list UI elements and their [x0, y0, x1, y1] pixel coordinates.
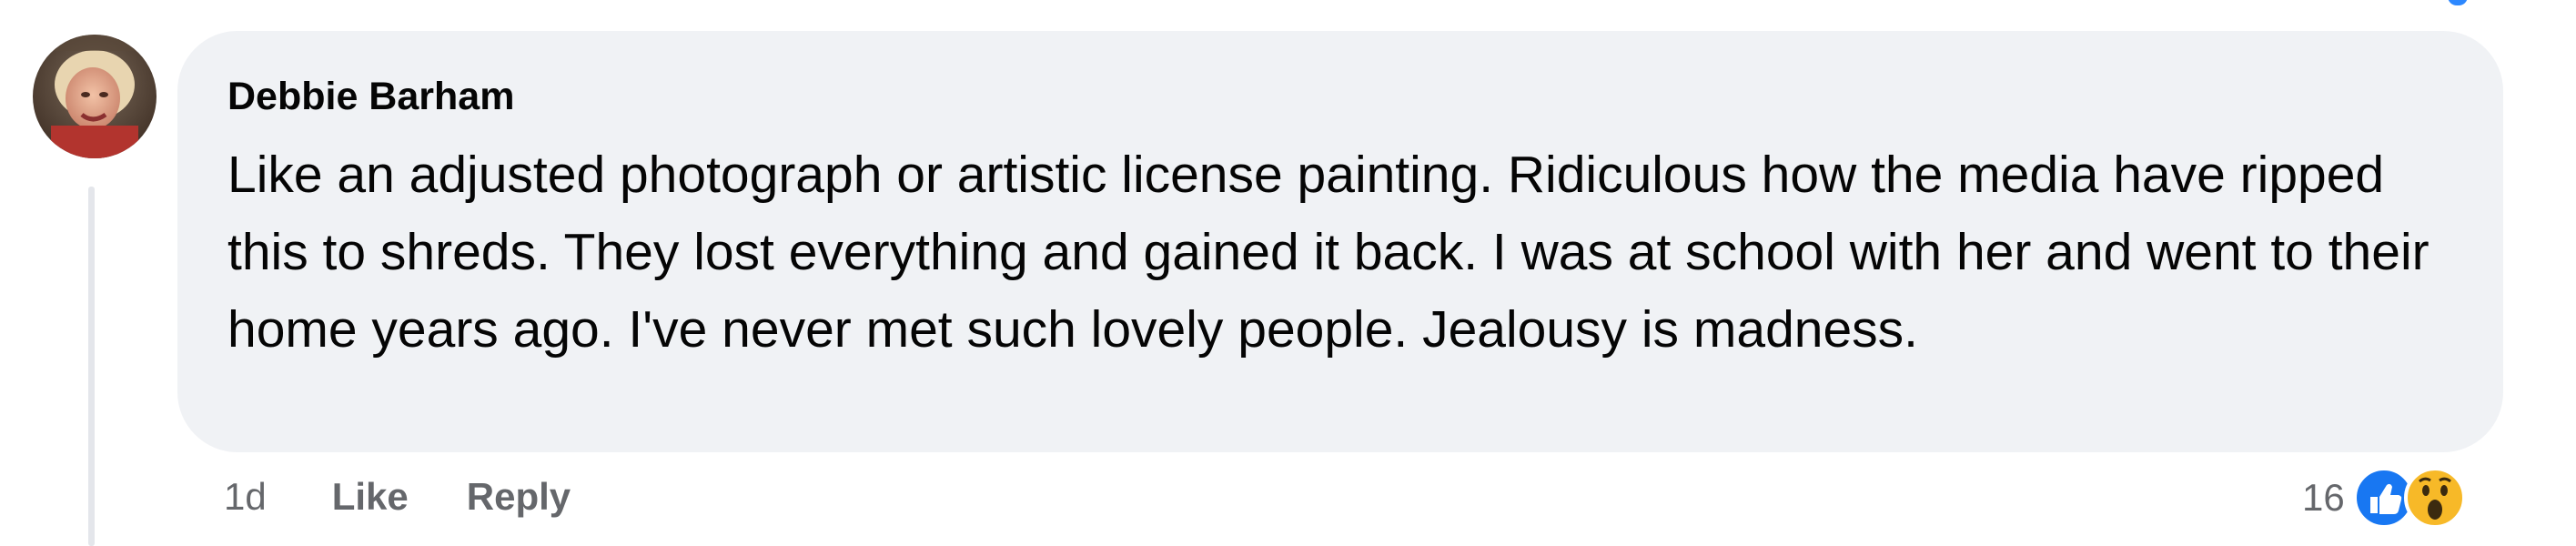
reaction-summary[interactable]: 16 [2302, 466, 2467, 530]
comment-timestamp[interactable]: 1d [224, 475, 267, 519]
thread-connector-line [88, 187, 95, 546]
avatar[interactable] [33, 35, 157, 158]
comment-thread: Debbie Barham Like an adjusted photograp… [0, 0, 2576, 546]
comment-actions: 1d Like Reply [224, 470, 571, 524]
comment-text: Like an adjusted photograph or artistic … [227, 146, 2430, 359]
avatar-image [33, 35, 157, 158]
reply-button[interactable]: Reply [467, 475, 571, 519]
wow-icon [2403, 467, 2466, 529]
reaction-count: 16 [2302, 476, 2345, 519]
comment-bubble: Debbie Barham Like an adjusted photograp… [177, 31, 2503, 452]
like-button[interactable]: Like [332, 475, 409, 519]
comment-author[interactable]: Debbie Barham [227, 71, 2445, 122]
notification-dot [2448, 0, 2468, 5]
